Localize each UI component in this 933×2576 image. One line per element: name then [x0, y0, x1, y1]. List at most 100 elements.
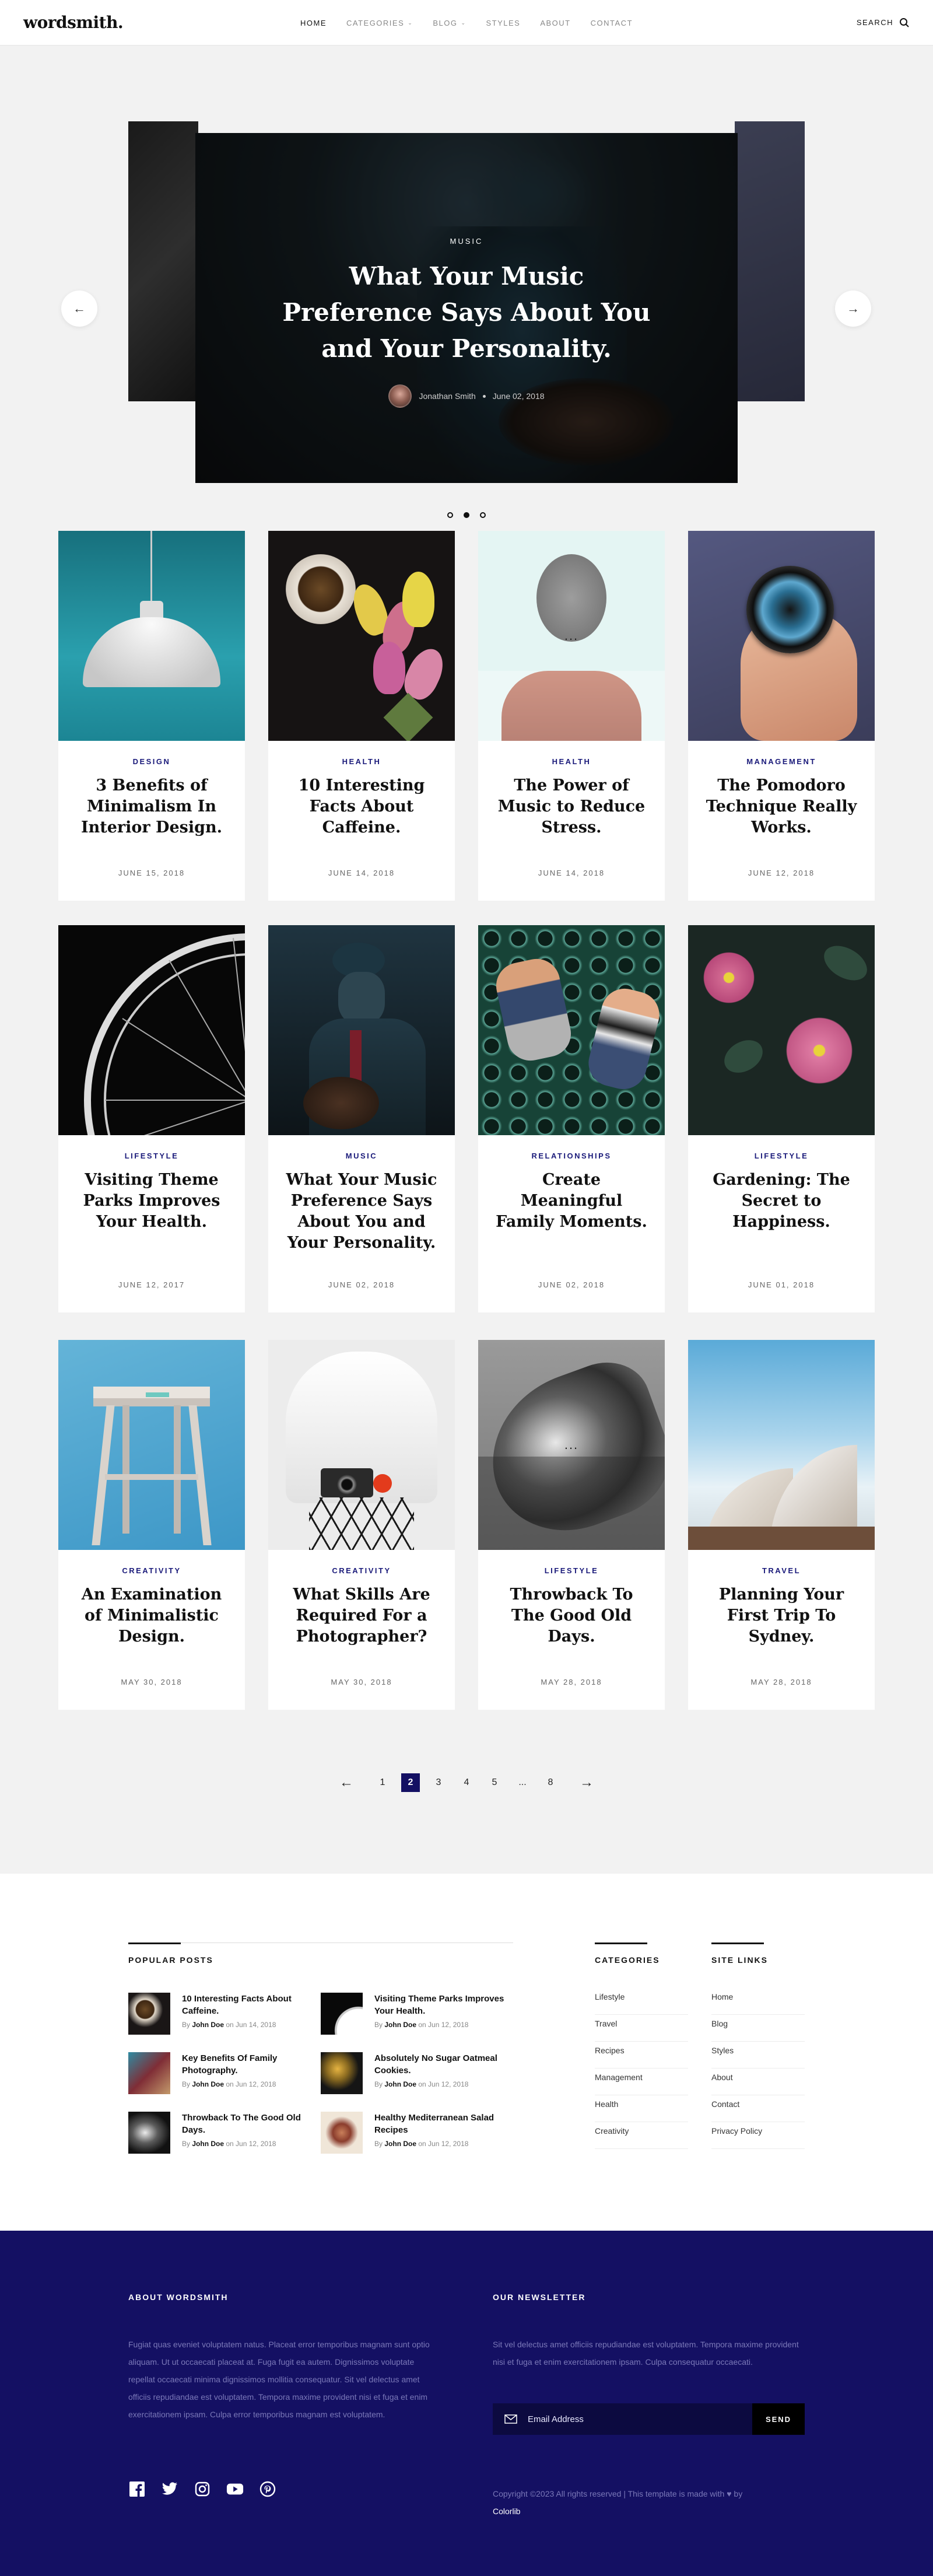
post-card[interactable]: LIFESTYLE Gardening: The Secret to Happin…	[688, 925, 875, 1312]
post-image[interactable]	[58, 1340, 245, 1550]
pagination-page[interactable]: 3	[429, 1773, 448, 1792]
category-link[interactable]: Recipes	[595, 2042, 688, 2068]
site-link[interactable]: Contact	[711, 2095, 805, 2122]
post-category[interactable]: HEALTH	[268, 757, 455, 766]
post-image[interactable]	[688, 531, 875, 741]
slider-dot[interactable]	[480, 512, 486, 518]
instagram-icon[interactable]	[194, 2480, 211, 2498]
post-thumbnail[interactable]	[321, 1993, 363, 2035]
post-title[interactable]: The Pomodoro Technique Really Works.	[688, 775, 875, 838]
post-title[interactable]: What Skills Are Required For a Photograp…	[268, 1584, 455, 1647]
post-title[interactable]: Throwback To The Good Old Days.	[478, 1584, 665, 1647]
post-thumbnail[interactable]	[321, 2052, 363, 2094]
pinterest-icon[interactable]	[259, 2480, 276, 2498]
post-thumbnail[interactable]	[128, 2052, 170, 2094]
popular-post-title[interactable]: Throwback To The Good Old Days.	[182, 2112, 315, 2136]
post-thumbnail[interactable]	[321, 2112, 363, 2154]
post-category[interactable]: CREATIVITY	[58, 1566, 245, 1575]
site-link[interactable]: Home	[711, 1988, 805, 2015]
post-card[interactable]: TRAVEL Planning Your First Trip To Sydney…	[688, 1340, 875, 1710]
pagination-page[interactable]: 2	[401, 1773, 420, 1792]
post-category[interactable]: LIFESTYLE	[58, 1152, 245, 1160]
post-title[interactable]: An Examination of Minimalistic Design.	[58, 1584, 245, 1647]
slide-prev-preview[interactable]	[128, 121, 198, 401]
search-button[interactable]: SEARCH	[857, 18, 910, 28]
post-thumbnail[interactable]	[128, 1993, 170, 2035]
nav-styles[interactable]: STYLES	[486, 19, 520, 27]
post-category[interactable]: TRAVEL	[688, 1566, 875, 1575]
pagination-page[interactable]: 8	[541, 1773, 560, 1792]
post-thumbnail[interactable]	[128, 2112, 170, 2154]
post-card[interactable]: DESIGN 3 Benefits of Minimalism In Interi…	[58, 531, 245, 901]
category-link[interactable]: Management	[595, 2068, 688, 2095]
post-title[interactable]: Planning Your First Trip To Sydney.	[688, 1584, 875, 1647]
post-image[interactable]	[58, 531, 245, 741]
post-category[interactable]: MANAGEMENT	[688, 757, 875, 766]
pagination-page[interactable]: 4	[457, 1773, 476, 1792]
hero-slide[interactable]: MUSIC What Your Music Preference Says Ab…	[195, 133, 738, 483]
twitter-icon[interactable]	[161, 2480, 178, 2498]
site-link[interactable]: About	[711, 2068, 805, 2095]
post-title[interactable]: 3 Benefits of Minimalism In Interior Des…	[58, 775, 245, 838]
post-card[interactable]: ... LIFESTYLE Throwback To The Good Old Da…	[478, 1340, 665, 1710]
post-image[interactable]	[268, 1340, 455, 1550]
site-logo[interactable]: wordsmith.	[23, 13, 124, 32]
pagination-next[interactable]: →	[577, 1773, 596, 1792]
post-card[interactable]: MANAGEMENT The Pomodoro Technique Really …	[688, 531, 875, 901]
post-category[interactable]: HEALTH	[478, 757, 665, 766]
post-author[interactable]: John Doe	[192, 2140, 224, 2148]
post-category[interactable]: LIFESTYLE	[688, 1152, 875, 1160]
post-author[interactable]: John Doe	[384, 2021, 416, 2029]
category-link[interactable]: Creativity	[595, 2122, 688, 2149]
slider-next-button[interactable]: →	[835, 290, 871, 327]
site-link[interactable]: Blog	[711, 2015, 805, 2042]
post-card[interactable]: CREATIVITY An Examination of Minimalistic…	[58, 1340, 245, 1710]
hero-author[interactable]: Jonathan Smith	[419, 391, 475, 401]
post-card[interactable]: RELATIONSHIPS Create Meaningful Family Mo…	[478, 925, 665, 1312]
post-title[interactable]: Create Meaningful Family Moments.	[478, 1170, 665, 1233]
popular-post-title[interactable]: 10 Interesting Facts About Caffeine.	[182, 1993, 315, 2017]
post-image[interactable]	[478, 925, 665, 1135]
site-link[interactable]: Styles	[711, 2042, 805, 2068]
hero-category[interactable]: MUSIC	[195, 237, 738, 246]
post-image[interactable]	[268, 531, 455, 741]
post-image[interactable]	[688, 925, 875, 1135]
post-title[interactable]: 10 Interesting Facts About Caffeine.	[268, 775, 455, 838]
post-author[interactable]: John Doe	[384, 2140, 416, 2148]
nav-contact[interactable]: CONTACT	[591, 19, 633, 27]
nav-home[interactable]: HOME	[300, 19, 327, 27]
post-author[interactable]: John Doe	[384, 2080, 416, 2088]
post-title[interactable]: The Power of Music to Reduce Stress.	[478, 775, 665, 838]
category-link[interactable]: Lifestyle	[595, 1988, 688, 2015]
popular-post[interactable]: Absolutely No Sugar Oatmeal Cookies. By J…	[321, 2052, 507, 2094]
colorlib-link[interactable]: Colorlib	[493, 2507, 520, 2516]
hero-title[interactable]: What Your Music Preference Says About Yo…	[280, 258, 653, 367]
post-title[interactable]: Gardening: The Secret to Happiness.	[688, 1170, 875, 1233]
post-image[interactable]: ...	[478, 1340, 665, 1550]
site-link[interactable]: Privacy Policy	[711, 2122, 805, 2149]
popular-post-title[interactable]: Key Benefits Of Family Photography.	[182, 2052, 315, 2077]
post-card[interactable]: ... HEALTH The Power of Music to Reduce St…	[478, 531, 665, 901]
category-link[interactable]: Travel	[595, 2015, 688, 2042]
popular-post[interactable]: 10 Interesting Facts About Caffeine. By J…	[128, 1993, 315, 2035]
youtube-icon[interactable]	[226, 2480, 244, 2498]
popular-post[interactable]: Throwback To The Good Old Days. By John D…	[128, 2112, 315, 2154]
post-category[interactable]: LIFESTYLE	[478, 1566, 665, 1575]
post-image[interactable]	[58, 925, 245, 1135]
post-card[interactable]: MUSIC What Your Music Preference Says Abo…	[268, 925, 455, 1312]
post-category[interactable]: MUSIC	[268, 1152, 455, 1160]
pagination-prev[interactable]: ←	[337, 1773, 356, 1792]
post-title[interactable]: Visiting Theme Parks Improves Your Healt…	[58, 1170, 245, 1233]
post-image[interactable]	[688, 1340, 875, 1550]
post-category[interactable]: RELATIONSHIPS	[478, 1152, 665, 1160]
category-link[interactable]: Health	[595, 2095, 688, 2122]
slider-dot[interactable]	[447, 512, 453, 518]
post-card[interactable]: HEALTH 10 Interesting Facts About Caffein…	[268, 531, 455, 901]
popular-post-title[interactable]: Absolutely No Sugar Oatmeal Cookies.	[374, 2052, 507, 2077]
send-button[interactable]: SEND	[752, 2403, 805, 2435]
pagination-page[interactable]: 5	[485, 1773, 504, 1792]
facebook-icon[interactable]	[128, 2480, 146, 2498]
nav-categories[interactable]: CATEGORIES ⌄	[346, 19, 413, 27]
post-author[interactable]: John Doe	[192, 2021, 224, 2029]
popular-post[interactable]: Healthy Mediterranean Salad Recipes By Jo…	[321, 2112, 507, 2154]
